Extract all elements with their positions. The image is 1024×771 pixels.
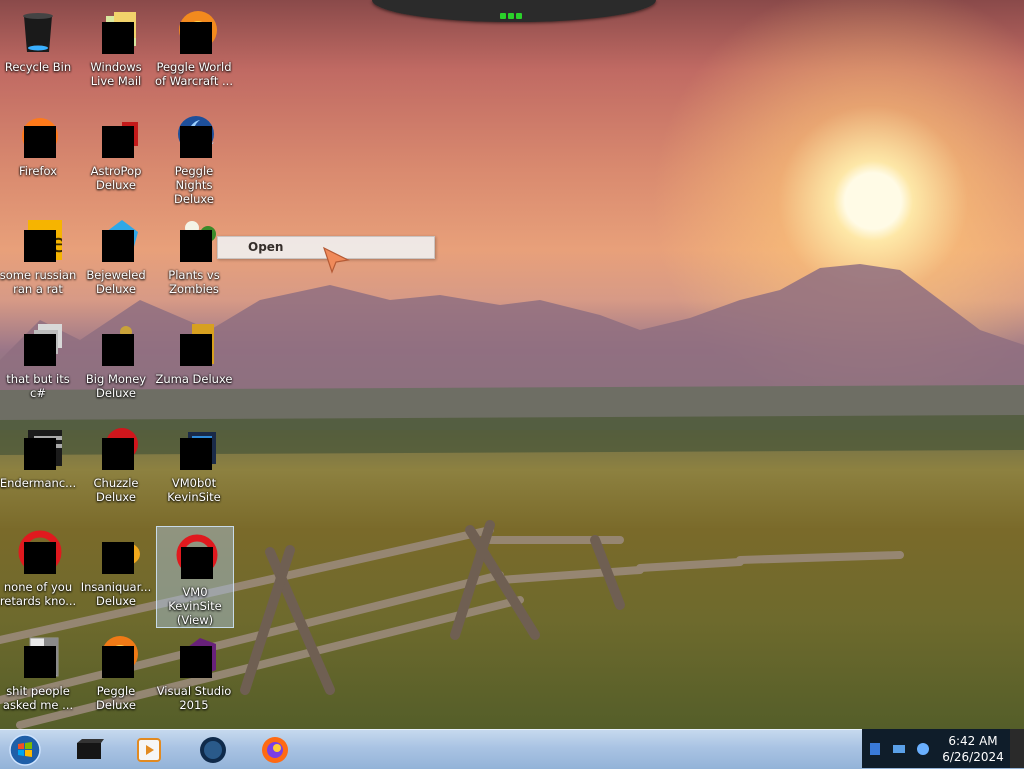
context-menu-open[interactable]: Open (248, 240, 283, 254)
globe-icon (200, 736, 226, 763)
clock-time: 6:42 AM (948, 734, 998, 748)
visual-studio-icon (170, 632, 218, 680)
desktop-icon-label: Windows Live Mail (90, 60, 142, 88)
desktop-icon-label: Recycle Bin (4, 60, 72, 74)
desktop-icon-big-money[interactable]: Big Money Deluxe (78, 314, 154, 414)
taskbar-globe-app[interactable] (194, 733, 232, 766)
taskbar-firefox[interactable] (256, 733, 294, 766)
peggle-icon (170, 8, 218, 56)
media-player-icon (137, 737, 161, 762)
start-button[interactable] (6, 733, 44, 767)
firefox-icon (14, 112, 62, 160)
desktop-icon-shit-people[interactable]: shit people asked me ... (0, 626, 76, 726)
desktop-icon-label: Plants vs Zombies (168, 268, 220, 296)
desktop-icon-label: Peggle Nights Deluxe (174, 164, 214, 206)
desktop-icon-label: AstroPop Deluxe (90, 164, 142, 192)
desktop-icon-label: Zuma Deluxe (155, 372, 233, 386)
desktop-icon-endermanc[interactable]: Endermanc... (0, 418, 76, 518)
desktop-icon-label: VM0b0t KevinSite (167, 476, 221, 504)
file-icon: e (14, 216, 74, 264)
desktop-icon-peggle-deluxe[interactable]: Peggle Deluxe (78, 626, 154, 726)
desktop-icon-bejeweled[interactable]: Bejeweled Deluxe (78, 210, 154, 310)
desktop-icon-that-but-c[interactable]: that but its c# (0, 314, 76, 414)
peggle-nights-icon (170, 112, 218, 160)
desktop-icon-label: that but its c# (6, 372, 70, 400)
desktop-icon-label: VM0 KevinSite (View) (168, 585, 222, 627)
desktop-icon-windows-live-mail[interactable]: Windows Live Mail (78, 2, 154, 102)
document-icon (14, 632, 62, 680)
taskbar-pinned-app[interactable] (70, 733, 108, 766)
desktop-icon-none-of-you[interactable]: none of you retards kno... (0, 522, 76, 622)
insaniquarium-icon (92, 528, 140, 576)
desktop-icon-firefox[interactable]: Firefox (0, 106, 76, 206)
desktop-icon-peggle-wow[interactable]: Peggle World of Warcraft ... (155, 2, 233, 102)
files-icon (14, 320, 62, 368)
network-icon[interactable] (892, 741, 906, 755)
mouse-cursor-icon (322, 246, 350, 274)
desktop-icon-recycle-bin[interactable]: Recycle Bin (0, 2, 76, 102)
desktop-icon-vm0-kevinsite-view[interactable]: VM0 KevinSite (View) (156, 526, 234, 628)
app-icon (14, 424, 74, 472)
desktop-icon-plants-vs-zombies[interactable]: Plants vs Zombies (156, 210, 232, 310)
black-box-icon (77, 738, 104, 759)
desktop-icon-chuzzle[interactable]: Chuzzle Deluxe (78, 418, 154, 518)
desktop-icon-label: shit people asked me ... (2, 684, 74, 712)
big-money-icon (92, 320, 140, 368)
windows-logo-icon (9, 734, 41, 766)
firefox-icon (262, 736, 288, 763)
desktop-icon-visual-studio[interactable]: Visual Studio 2015 (156, 626, 232, 726)
desktop-icon-label: Peggle Deluxe (96, 684, 136, 712)
status-indicator (499, 4, 529, 19)
desktop-icon-astropop[interactable]: AstroPop Deluxe (78, 106, 154, 206)
desktop-icon-label: Peggle World of Warcraft ... (155, 60, 233, 88)
recycle-bin-icon (14, 8, 62, 56)
bejeweled-icon (92, 216, 140, 264)
desktop-icon-label: some russian ran a rat (0, 268, 77, 296)
show-desktop-button[interactable] (1010, 729, 1024, 768)
chuzzle-icon (92, 424, 140, 472)
zuma-icon (170, 320, 218, 368)
astropop-icon (92, 112, 140, 160)
desktop-icon-label: Endermanc... (0, 476, 77, 490)
desktop-icon-russian-rat[interactable]: e some russian ran a rat (0, 210, 76, 310)
desktop-icon-label: Chuzzle Deluxe (93, 476, 139, 504)
opera-icon (14, 528, 62, 576)
peggle-icon (92, 632, 140, 680)
desktop-icon-insaniquarium[interactable]: Insaniquar... Deluxe (78, 522, 154, 622)
vm-icon (170, 424, 218, 472)
desktop-icon-label: Visual Studio 2015 (156, 684, 232, 712)
taskbar-media-player[interactable] (130, 733, 168, 766)
desktop-icon-zuma[interactable]: Zuma Deluxe (155, 314, 233, 414)
desktop-icon-peggle-nights[interactable]: Peggle Nights Deluxe (156, 106, 232, 206)
opera-icon (171, 533, 219, 581)
desktop-icon-label: Firefox (18, 164, 58, 178)
desktop-icon-label: Insaniquar... Deluxe (80, 580, 152, 608)
pvz-icon (170, 216, 218, 264)
mail-icon (92, 8, 140, 56)
taskbar-clock[interactable]: 6:42 AM 6/26/2024 (936, 733, 1010, 765)
desktop-icon-vm0b0t[interactable]: VM0b0t KevinSite (156, 418, 232, 518)
desktop-icon-label: Big Money Deluxe (85, 372, 147, 400)
clock-date: 6/26/2024 (942, 750, 1004, 764)
volume-icon[interactable] (916, 741, 930, 755)
tray-app-icon[interactable] (868, 741, 882, 755)
desktop-icon-label: none of you retards kno... (0, 580, 77, 608)
desktop-icon-label: Bejeweled Deluxe (86, 268, 146, 296)
